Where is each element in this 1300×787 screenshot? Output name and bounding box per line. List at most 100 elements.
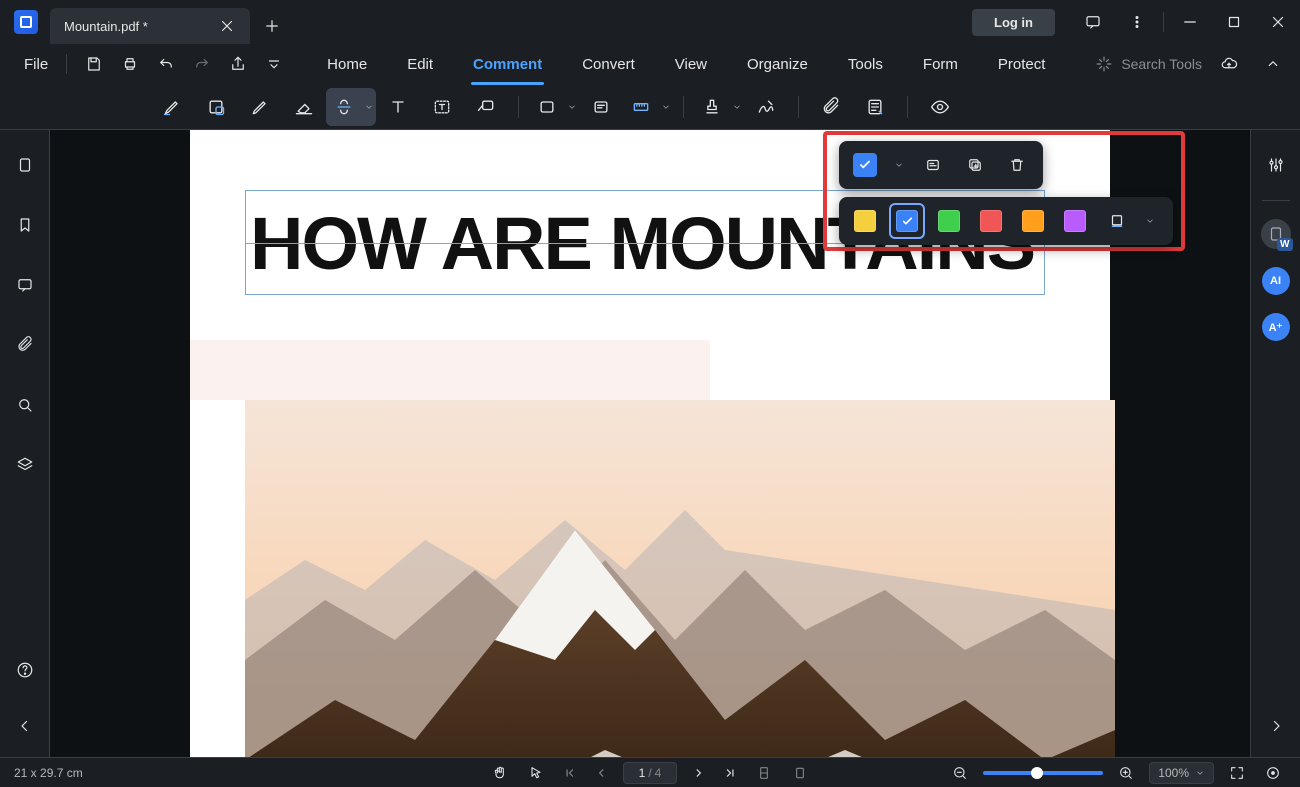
strikethrough-tool[interactable]: [326, 88, 376, 126]
chevron-down-icon: [1195, 768, 1205, 778]
zoom-level-dropdown[interactable]: 100%: [1149, 762, 1214, 784]
chevron-right-icon: [1267, 717, 1285, 735]
attachments-panel-button[interactable]: [8, 328, 42, 362]
chat-icon: [16, 276, 34, 294]
color-dropdown-button[interactable]: [1141, 203, 1159, 239]
trash-icon: [1008, 156, 1026, 174]
first-page-button[interactable]: [559, 762, 581, 784]
next-page-button[interactable]: [687, 762, 709, 784]
prev-page-button[interactable]: [591, 762, 613, 784]
feedback-button[interactable]: [1071, 0, 1115, 44]
color-swatch-green[interactable]: [931, 203, 967, 239]
comments-panel-button[interactable]: [8, 268, 42, 302]
color-swatch-purple[interactable]: [1057, 203, 1093, 239]
share-icon: [229, 55, 247, 73]
eraser-tool[interactable]: [282, 88, 326, 126]
measure-dropdown[interactable]: [659, 88, 673, 126]
apply-annotation-button[interactable]: [847, 147, 883, 183]
custom-color-button[interactable]: [1099, 203, 1135, 239]
text-box-tool[interactable]: [420, 88, 464, 126]
expand-right-panel-button[interactable]: [1259, 709, 1293, 743]
menu-comment[interactable]: Comment: [453, 50, 562, 79]
canvas[interactable]: HOW ARE MOUNTAINS FORMED?: [50, 130, 1250, 757]
more-button[interactable]: [1115, 0, 1159, 44]
cloud-upload-button[interactable]: [1212, 47, 1246, 81]
area-highlight-tool[interactable]: [194, 88, 238, 126]
zoom-slider[interactable]: [983, 771, 1103, 775]
add-note-button[interactable]: [915, 147, 951, 183]
chevron-down-icon: [1145, 216, 1155, 226]
mountain-photo-icon: [245, 400, 1115, 757]
cloud-icon: [1220, 55, 1238, 73]
hand-tool-button[interactable]: [487, 760, 513, 786]
menu-file[interactable]: File: [10, 50, 62, 79]
page-number-input[interactable]: 1 / 4: [623, 762, 677, 784]
bookmarks-button[interactable]: [8, 208, 42, 242]
collapse-ribbon-button[interactable]: [1256, 47, 1290, 81]
hide-comments-tool[interactable]: [918, 88, 962, 126]
select-tool-button[interactable]: [523, 760, 549, 786]
menu-organize[interactable]: Organize: [727, 50, 828, 79]
convert-word-button[interactable]: [1261, 219, 1291, 249]
window-maximize-button[interactable]: [1212, 0, 1256, 44]
shapes-dropdown[interactable]: [565, 88, 579, 126]
help-button[interactable]: [8, 653, 42, 687]
fullscreen-button[interactable]: [1224, 760, 1250, 786]
note-tool[interactable]: [579, 88, 623, 126]
callout-tool[interactable]: [464, 88, 508, 126]
strikethrough-dropdown[interactable]: [362, 88, 376, 126]
first-page-icon: [563, 766, 577, 780]
login-button[interactable]: Log in: [972, 9, 1055, 36]
collapse-panel-button[interactable]: [8, 709, 42, 743]
share-button[interactable]: [221, 47, 255, 81]
tab-add-button[interactable]: [256, 10, 288, 42]
thumbnails-button[interactable]: [8, 148, 42, 182]
menu-protect[interactable]: Protect: [978, 50, 1066, 79]
stamp-tool[interactable]: [694, 88, 744, 126]
ai-assistant-button[interactable]: AI: [1262, 267, 1290, 295]
tab-close-button[interactable]: [218, 17, 236, 35]
search-panel-button[interactable]: [8, 388, 42, 422]
zoom-out-button[interactable]: [947, 760, 973, 786]
translate-button[interactable]: A⁺: [1262, 313, 1290, 341]
print-button[interactable]: [113, 47, 147, 81]
color-swatch-yellow[interactable]: [847, 203, 883, 239]
menu-convert[interactable]: Convert: [562, 50, 655, 79]
pencil-tool[interactable]: [238, 88, 282, 126]
delete-annotation-button[interactable]: [999, 147, 1035, 183]
window-minimize-button[interactable]: [1168, 0, 1212, 44]
menu-home[interactable]: Home: [307, 50, 387, 79]
color-swatch-red[interactable]: [973, 203, 1009, 239]
undo-button[interactable]: [149, 47, 183, 81]
shapes-tool[interactable]: [529, 88, 579, 126]
menu-edit[interactable]: Edit: [387, 50, 453, 79]
signature-tool[interactable]: [744, 88, 788, 126]
attachment-tool[interactable]: [809, 88, 853, 126]
zoom-in-button[interactable]: [1113, 760, 1139, 786]
quick-dropdown-button[interactable]: [257, 47, 291, 81]
measure-tool[interactable]: [623, 88, 673, 126]
document-tab[interactable]: Mountain.pdf *: [50, 8, 250, 44]
view-mode-continuous-button[interactable]: [751, 760, 777, 786]
window-close-button[interactable]: [1256, 0, 1300, 44]
color-swatch-blue[interactable]: [889, 203, 925, 239]
menu-view[interactable]: View: [655, 50, 727, 79]
signature-icon: [756, 97, 776, 117]
properties-button[interactable]: [1259, 148, 1293, 182]
last-page-button[interactable]: [719, 762, 741, 784]
annotation-type-dropdown[interactable]: [889, 147, 909, 183]
view-mode-single-button[interactable]: [787, 760, 813, 786]
color-swatch-orange[interactable]: [1015, 203, 1051, 239]
stamp-dropdown[interactable]: [730, 88, 744, 126]
copy-annotation-button[interactable]: [957, 147, 993, 183]
read-mode-button[interactable]: [1260, 760, 1286, 786]
manage-comments-tool[interactable]: [853, 88, 897, 126]
redo-button[interactable]: [185, 47, 219, 81]
text-tool[interactable]: [376, 88, 420, 126]
search-tools[interactable]: Search Tools: [1095, 55, 1202, 73]
highlight-tool[interactable]: [150, 88, 194, 126]
menu-tools[interactable]: Tools: [828, 50, 903, 79]
menu-form[interactable]: Form: [903, 50, 978, 79]
layers-panel-button[interactable]: [8, 448, 42, 482]
save-button[interactable]: [77, 47, 111, 81]
